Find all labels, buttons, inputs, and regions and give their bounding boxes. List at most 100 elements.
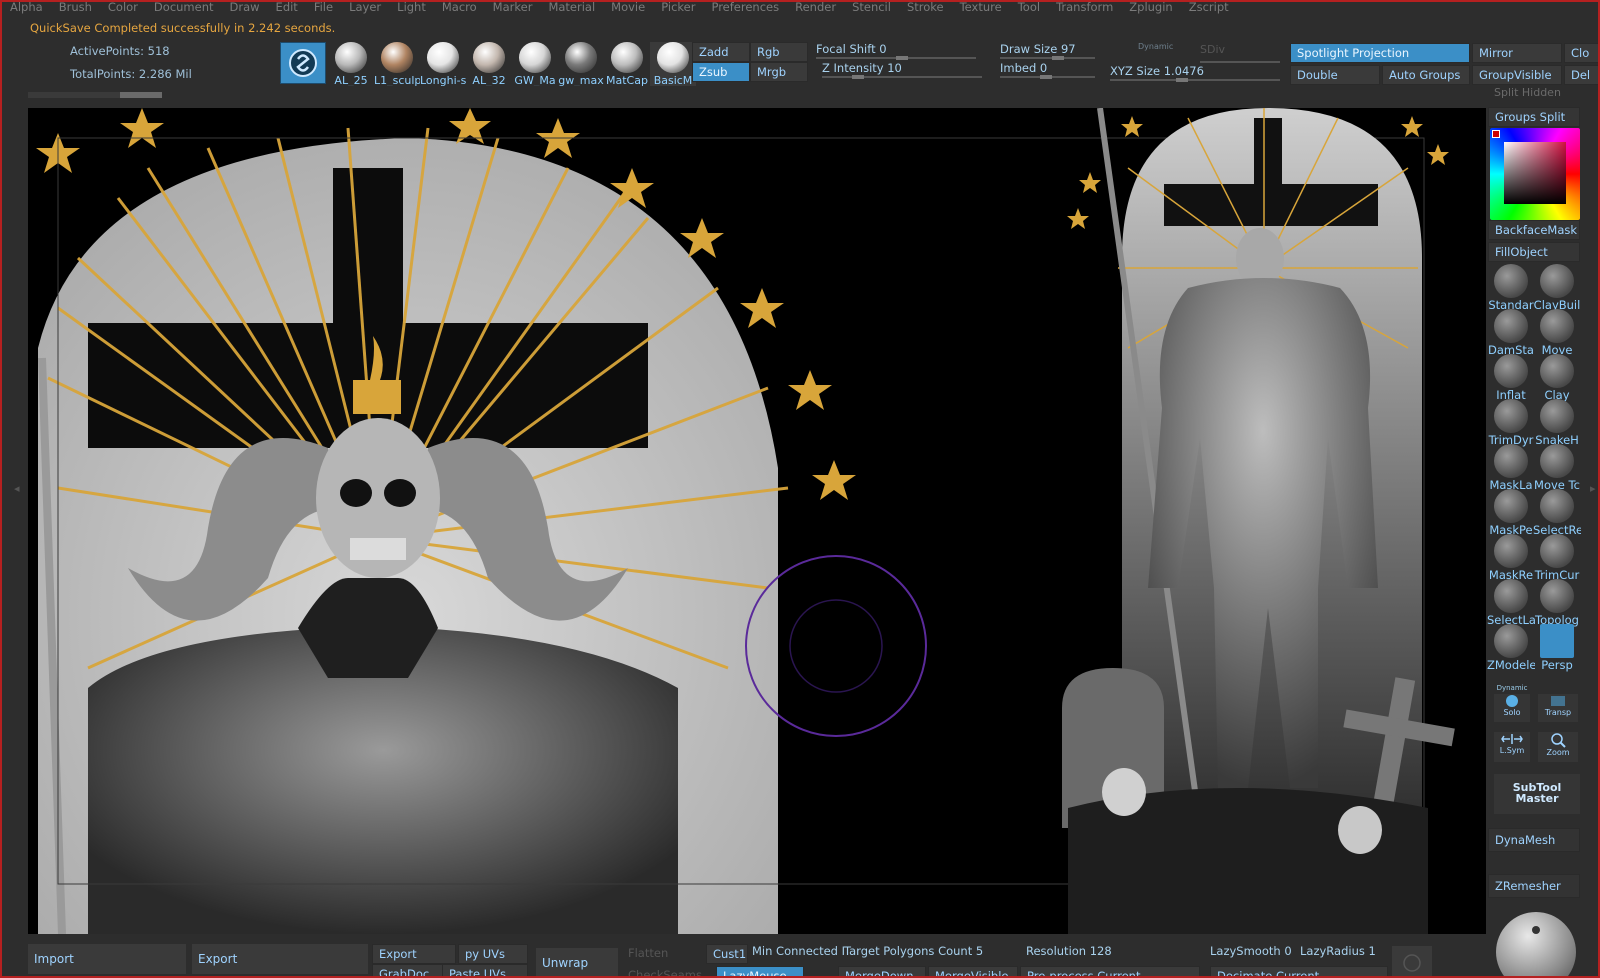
brush-zmodele-button[interactable]: ZModele bbox=[1487, 624, 1535, 672]
min-connected-slider[interactable]: Min Connected I bbox=[752, 944, 845, 958]
menu-preferences[interactable]: Preferences bbox=[703, 2, 787, 14]
brush-standar-button[interactable]: Standar bbox=[1488, 264, 1534, 312]
cust1-button[interactable]: Cust1 bbox=[706, 944, 748, 964]
target-polygons-slider[interactable]: Target Polygons Count 5 bbox=[844, 944, 983, 958]
checkseams-button[interactable]: CheckSeams bbox=[628, 968, 702, 976]
menu-zplugin[interactable]: Zplugin bbox=[1121, 2, 1180, 14]
mirror-button[interactable]: Mirror bbox=[1472, 43, 1562, 63]
auto-groups-button[interactable]: Auto Groups bbox=[1382, 65, 1470, 85]
export-button[interactable]: Export bbox=[192, 944, 368, 974]
material-slot[interactable]: gw_max bbox=[558, 42, 604, 86]
export-uvs-button[interactable]: Export bbox=[372, 944, 456, 964]
menu-movie[interactable]: Movie bbox=[603, 2, 653, 14]
dynamesh-button[interactable]: DynaMesh bbox=[1488, 828, 1580, 852]
brush-persp-button[interactable]: Persp bbox=[1534, 624, 1580, 672]
lsym-button[interactable]: L.Sym bbox=[1494, 732, 1530, 762]
brush-snakeh-button[interactable]: SnakeH bbox=[1534, 399, 1580, 447]
brush-movetc-button[interactable]: Move Tc bbox=[1534, 444, 1580, 492]
brush-selectla-button[interactable]: SelectLa bbox=[1487, 579, 1535, 627]
brush-damsta-button[interactable]: DamSta bbox=[1488, 309, 1534, 357]
preprocess-current-button[interactable]: Pre-process Current bbox=[1020, 966, 1200, 976]
spotlight-projection-button[interactable]: Spotlight Projection bbox=[1290, 43, 1470, 63]
zremesher-button[interactable]: ZRemesher bbox=[1488, 874, 1580, 898]
lazy-smooth-slider[interactable]: LazySmooth 0 bbox=[1210, 944, 1292, 958]
unwrap-button[interactable]: Unwrap bbox=[536, 948, 618, 976]
imbed-slider[interactable]: Imbed 0 bbox=[1000, 61, 1100, 81]
menu-transform[interactable]: Transform bbox=[1048, 2, 1121, 14]
zsub-button[interactable]: Zsub bbox=[692, 62, 750, 82]
brush-maskla-button[interactable]: MaskLa bbox=[1488, 444, 1534, 492]
double-button[interactable]: Double bbox=[1290, 65, 1380, 85]
menu-draw[interactable]: Draw bbox=[222, 2, 268, 14]
copy-uvs-button[interactable]: py UVs bbox=[458, 944, 528, 964]
solo-button[interactable]: Solo bbox=[1494, 694, 1530, 722]
menu-marker[interactable]: Marker bbox=[485, 2, 541, 14]
menu-document[interactable]: Document bbox=[146, 2, 222, 14]
current-brush-button[interactable] bbox=[280, 42, 326, 84]
paste-uvs-button[interactable]: Paste UVs bbox=[442, 964, 528, 976]
lazy-radius-slider[interactable]: LazyRadius 1 bbox=[1300, 944, 1376, 958]
zoom-button[interactable]: Zoom bbox=[1538, 732, 1578, 762]
mrgb-button[interactable]: Mrgb bbox=[750, 62, 808, 82]
brush-move-button[interactable]: Move bbox=[1534, 309, 1580, 357]
zadd-button[interactable]: Zadd bbox=[692, 42, 750, 62]
menu-light[interactable]: Light bbox=[389, 2, 434, 14]
brush-maskre-button[interactable]: MaskRe bbox=[1488, 534, 1534, 582]
del-button[interactable]: Del bbox=[1564, 65, 1598, 85]
brush-trimdyr-button[interactable]: TrimDyr bbox=[1488, 399, 1534, 447]
import-button[interactable]: Import bbox=[28, 944, 186, 974]
brush-selectre-button[interactable]: SelectRe bbox=[1533, 489, 1581, 537]
menu-layer[interactable]: Layer bbox=[341, 2, 389, 14]
color-picker[interactable] bbox=[1490, 128, 1580, 220]
merge-visible-button[interactable]: MergeVisible bbox=[928, 966, 1018, 976]
clo-button[interactable]: Clo bbox=[1564, 43, 1598, 63]
brush-inflat-button[interactable]: Inflat bbox=[1488, 354, 1534, 402]
z-intensity-slider[interactable]: Z Intensity 10 bbox=[822, 61, 992, 81]
material-slot[interactable]: BasicM bbox=[650, 42, 696, 86]
menu-texture[interactable]: Texture bbox=[952, 2, 1010, 14]
brush-clay-button[interactable]: Clay bbox=[1534, 354, 1580, 402]
menu-zscript[interactable]: Zscript bbox=[1181, 2, 1237, 14]
menu-tool[interactable]: Tool bbox=[1010, 2, 1048, 14]
group-visible-button[interactable]: GroupVisible bbox=[1472, 65, 1562, 85]
menu-stroke[interactable]: Stroke bbox=[899, 2, 952, 14]
material-slot[interactable]: AL_32 bbox=[466, 42, 512, 86]
sdiv-slider[interactable]: SDiv bbox=[1200, 43, 1280, 63]
subtool-master-button[interactable]: SubTool Master bbox=[1494, 774, 1580, 814]
menu-render[interactable]: Render bbox=[787, 2, 844, 14]
material-slot[interactable]: GW_Ma bbox=[512, 42, 558, 86]
material-slot[interactable]: L1_sculp bbox=[374, 42, 420, 86]
left-tray-handle[interactable]: ◂ bbox=[14, 482, 22, 502]
rgb-button[interactable]: Rgb bbox=[750, 42, 808, 62]
merge-down-button[interactable]: MergeDown bbox=[838, 966, 926, 976]
xyz-size-slider[interactable]: XYZ Size 1.0476 bbox=[1110, 64, 1280, 84]
backface-mask-button[interactable]: BackfaceMask bbox=[1488, 220, 1580, 240]
menu-file[interactable]: File bbox=[306, 2, 341, 14]
split-hidden-button[interactable]: Split Hidden bbox=[1494, 86, 1561, 99]
menu-stencil[interactable]: Stencil bbox=[844, 2, 899, 14]
menu-brush[interactable]: Brush bbox=[51, 2, 100, 14]
right-tray-handle[interactable]: ▸ bbox=[1590, 482, 1598, 502]
transp-button[interactable]: Transp bbox=[1538, 694, 1578, 722]
menu-edit[interactable]: Edit bbox=[268, 2, 306, 14]
brush-maskpe-button[interactable]: MaskPe bbox=[1488, 489, 1534, 537]
material-preview-sphere[interactable] bbox=[1496, 912, 1576, 976]
decimate-current-button[interactable]: Decimate Current bbox=[1210, 966, 1388, 976]
dynamic-label[interactable]: Dynamic bbox=[1138, 42, 1173, 51]
resolution-slider[interactable]: Resolution 128 bbox=[1026, 944, 1112, 958]
focal-shift-slider[interactable]: Focal Shift 0 bbox=[816, 42, 986, 62]
bottom-icon-button[interactable] bbox=[1392, 946, 1432, 976]
groups-split-button[interactable]: Groups Split bbox=[1488, 107, 1580, 127]
material-slot[interactable]: Longhi-s bbox=[420, 42, 466, 86]
brush-topolog-button[interactable]: Topolog bbox=[1534, 579, 1580, 627]
brush-claybuil-button[interactable]: ClayBuil bbox=[1534, 264, 1580, 312]
menu-picker[interactable]: Picker bbox=[653, 2, 703, 14]
menu-alpha[interactable]: Alpha bbox=[2, 2, 51, 14]
material-slot[interactable]: AL_25 bbox=[328, 42, 374, 86]
menu-macro[interactable]: Macro bbox=[434, 2, 485, 14]
menu-color[interactable]: Color bbox=[100, 2, 146, 14]
menu-material[interactable]: Material bbox=[540, 2, 603, 14]
lazymouse-button[interactable]: LazyMouse bbox=[716, 966, 804, 976]
canvas-viewport[interactable] bbox=[28, 108, 1486, 934]
flatten-button[interactable]: Flatten bbox=[628, 946, 668, 960]
